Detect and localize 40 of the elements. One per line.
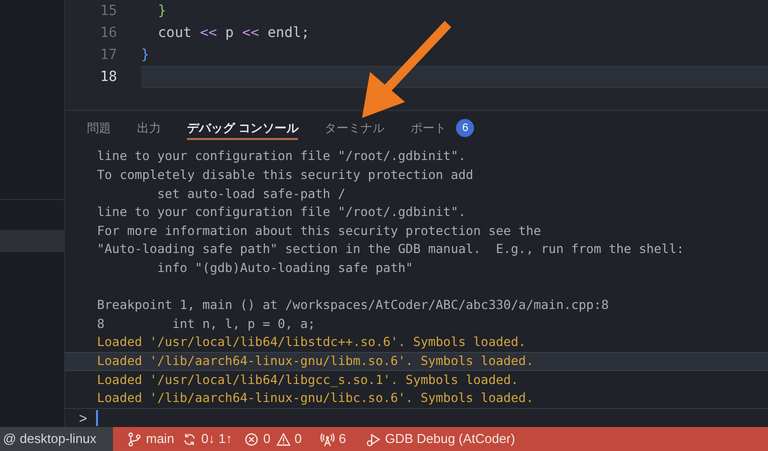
console-line: info "(gdb)Auto-loading safe path"	[156, 259, 414, 277]
line-number: 17	[99, 46, 117, 64]
warning-icon	[276, 432, 290, 446]
remote-indicator[interactable]: @ desktop-linux	[0, 427, 113, 451]
line-number: 18	[99, 68, 117, 86]
antenna-icon	[320, 432, 335, 446]
sync-icon	[182, 432, 198, 446]
debug-icon	[366, 432, 381, 446]
line-number: 15	[99, 2, 117, 20]
console-line: Breakpoint 1, main () at /workspaces/AtCoder/ABC/abc330/a/main.cpp:8	[96, 296, 610, 314]
line-number: 16	[99, 24, 117, 42]
count-badge: 6	[456, 119, 474, 138]
console-line: 8 int n, l, p = 0, a;	[96, 314, 316, 333]
panel-tab[interactable]: デバッグ コンソール	[187, 116, 298, 140]
console-line: line to your configuration file "/root/.gdbinit".	[96, 147, 467, 166]
error-icon	[244, 432, 260, 446]
console-line: set auto-load safe-path /	[156, 184, 346, 203]
text-cursor	[96, 410, 98, 426]
console-line: line to your configuration file "/root/.gdbinit".	[96, 203, 467, 222]
code-line: cout << p << endl;	[156, 24, 311, 42]
panel-tab[interactable]: ターミナル	[324, 116, 384, 140]
status-item[interactable]: main	[146, 429, 174, 449]
panel-tab[interactable]: 問題	[87, 116, 111, 140]
console-line: For more information about this security protection see the	[96, 222, 542, 240]
code-line: }	[156, 2, 168, 20]
console-line: Loaded '/usr/local/lib64/libstdc++.so.6'. Symbols loaded.	[96, 333, 527, 352]
prompt-icon: >	[79, 410, 91, 425]
panel-tab[interactable]: ポート	[410, 116, 446, 140]
branch-icon	[127, 432, 142, 446]
console-line: Loaded '/lib/aarch64-linux-gnu/libc.so.6'. Symbols loaded.	[96, 389, 534, 408]
console-line: "Auto-loading safe path" section in the GDB manual. E.g., run from the shell:	[96, 240, 685, 258]
status-item[interactable]: 0	[263, 429, 270, 449]
status-item[interactable]: 6	[338, 429, 346, 449]
status-item[interactable]: GDB Debug (AtCoder)	[384, 429, 516, 449]
console-line: Loaded '/usr/local/lib64/libgcc_s.so.1'. Symbols loaded.	[96, 370, 520, 389]
console-line: To completely disable this security protection add	[96, 166, 474, 184]
status-item[interactable]: 0	[294, 429, 302, 449]
panel-tab[interactable]: 出力	[137, 116, 161, 140]
code-line: }	[141, 46, 150, 64]
status-item[interactable]: 0↓ 1↑	[201, 429, 232, 449]
